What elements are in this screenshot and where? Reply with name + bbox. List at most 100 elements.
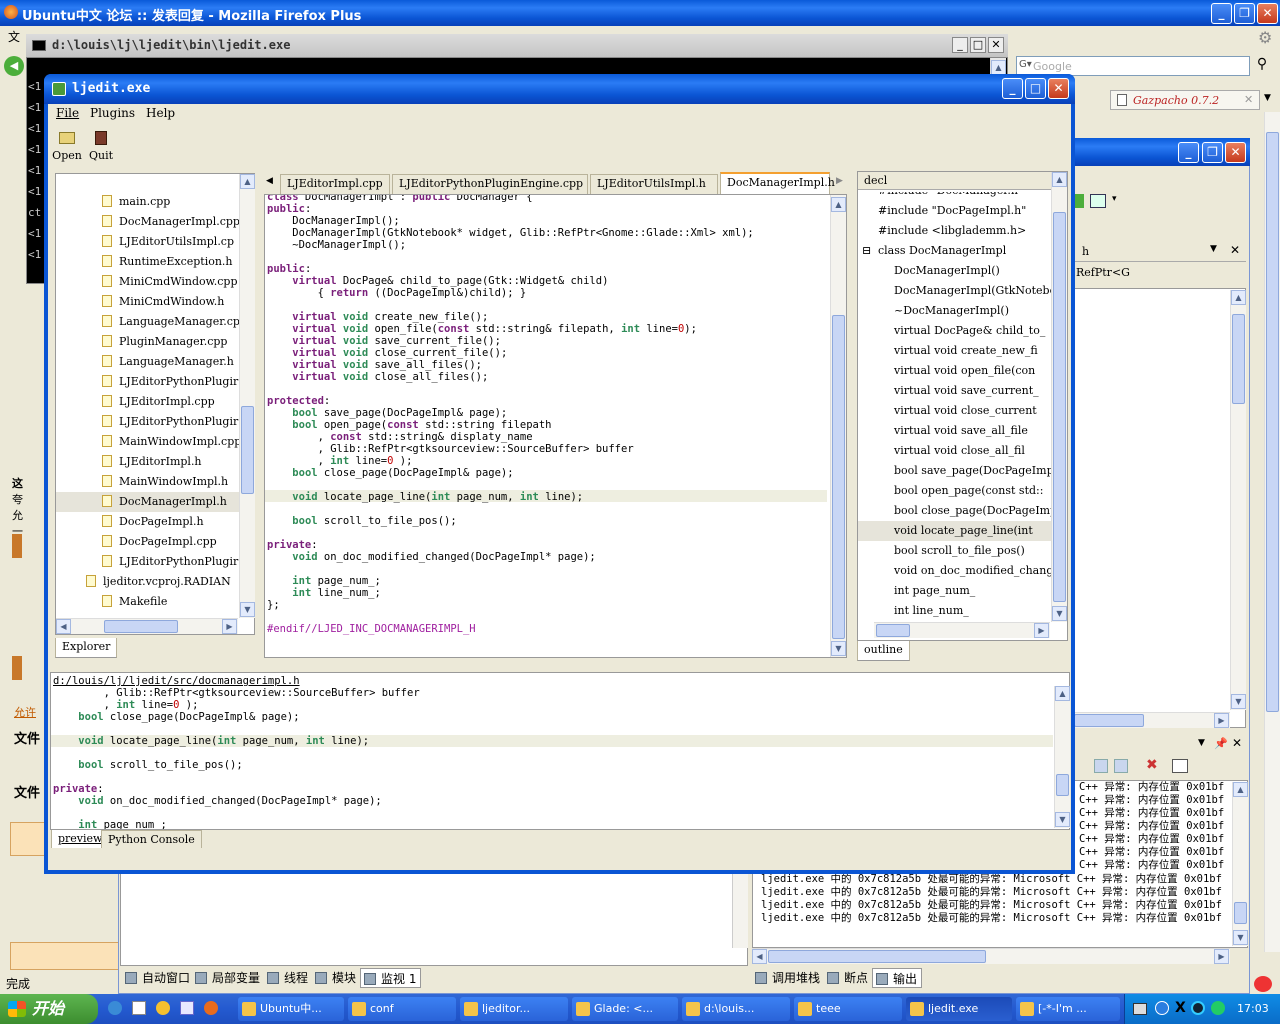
scroll-left-icon[interactable]: ◀ — [56, 619, 71, 634]
scroll-thumb[interactable] — [241, 406, 254, 494]
tabs-dropdown-icon[interactable]: ▼ — [1264, 93, 1271, 103]
outline-item[interactable]: int line_num_ — [858, 601, 1053, 621]
editor-tab[interactable]: DocManagerImpl.h — [720, 172, 835, 194]
scroll-down-icon[interactable]: ▼ — [1055, 812, 1070, 827]
collapse-icon[interactable]: ⊟ — [862, 241, 871, 261]
tray-volume-icon[interactable] — [1211, 1001, 1225, 1015]
scroll-down-icon[interactable]: ▼ — [831, 641, 846, 656]
task-button[interactable]: conf — [348, 997, 456, 1021]
outline-item[interactable]: virtual void close_current — [858, 401, 1053, 421]
outline-item[interactable]: bool close_page(DocPageImp — [858, 501, 1053, 521]
toolbar-window-icon[interactable] — [1090, 194, 1106, 208]
firefox-menu-fragment[interactable]: 文 — [8, 28, 20, 45]
outline-item[interactable]: DocManagerImpl() — [858, 261, 1053, 281]
explorer-vscroll[interactable]: ▲ ▼ — [239, 174, 255, 618]
tree-item[interactable]: MiniCmdWindow.h — [102, 292, 240, 312]
explorer-hscroll[interactable]: ◀ ▶ — [56, 618, 238, 634]
tree-item[interactable]: DocPageImpl.h — [102, 512, 240, 532]
tab-scroll-right-icon[interactable]: ▶ — [836, 176, 843, 186]
vs-restore-button[interactable]: ❐ — [1202, 142, 1223, 163]
close-icon[interactable]: ✕ — [1232, 736, 1242, 750]
scroll-right-icon[interactable]: ▶ — [1214, 713, 1229, 728]
vs-watch-panel[interactable] — [120, 872, 748, 966]
hscroll-thumb[interactable] — [768, 950, 986, 963]
ljedit-minimize-button[interactable]: _ — [1002, 78, 1023, 99]
task-button[interactable]: ljedit.exe — [906, 997, 1012, 1021]
editor-tab[interactable]: LJEditorImpl.cpp — [280, 174, 390, 194]
output-tab[interactable]: 断点 — [824, 968, 872, 988]
firefox-back-icon[interactable]: ◀ — [4, 56, 24, 76]
scroll-thumb[interactable] — [832, 315, 845, 639]
outline-vscroll[interactable]: ▲ ▼ — [1051, 172, 1067, 622]
firefox-scroll-thumb[interactable] — [1266, 132, 1279, 712]
task-button[interactable]: d:\louis... — [682, 997, 790, 1021]
firefox-search-input[interactable]: G▾ Google — [1016, 56, 1250, 76]
outline-item[interactable]: #include <libglademm.h> — [858, 221, 1053, 241]
console-maximize-button[interactable]: □ — [970, 37, 986, 53]
menu-help[interactable]: Help — [146, 106, 175, 120]
ljedit-maximize-button[interactable]: □ — [1025, 78, 1046, 99]
quit-button[interactable]: Quit — [86, 128, 116, 162]
notepad-icon[interactable] — [132, 1001, 146, 1015]
vs-member-combo[interactable]: RefPtr<G — [1076, 266, 1130, 279]
scroll-up-icon[interactable]: ▲ — [240, 174, 255, 189]
open-button[interactable]: Open — [52, 128, 82, 162]
scroll-right-icon[interactable]: ▶ — [222, 619, 237, 634]
output-scrollbar[interactable]: ▲ ▼ — [1232, 782, 1248, 946]
vs-editor-area[interactable] — [1074, 288, 1246, 728]
hscroll-thumb[interactable] — [1074, 714, 1144, 727]
outline-item[interactable]: virtual void open_file(con — [858, 361, 1053, 381]
scroll-thumb[interactable] — [1056, 774, 1069, 796]
task-button[interactable]: ljeditor... — [460, 997, 568, 1021]
debug-tab[interactable]: 模块 — [312, 968, 360, 988]
outline-header[interactable]: decl — [858, 172, 1053, 190]
editor-tab[interactable]: LJEditorUtilsImpl.h — [590, 174, 718, 194]
tree-item[interactable]: LJEditorPythonPlugir — [102, 412, 240, 432]
tree-item[interactable]: LJEditorUtilsImpl.cp — [102, 232, 240, 252]
scroll-up-icon[interactable]: ▲ — [831, 197, 846, 212]
scroll-down-icon[interactable]: ▼ — [240, 602, 255, 617]
firefox-launch-icon[interactable] — [204, 1001, 218, 1015]
tab-outline[interactable]: outline — [857, 641, 910, 661]
ljedit-close-button[interactable]: ✕ — [1048, 78, 1069, 99]
debug-tab[interactable]: 线程 — [264, 968, 312, 988]
vs-doc-tab[interactable]: h — [1082, 245, 1089, 258]
tree-item[interactable]: LJEditorPythonPlugir — [102, 552, 240, 572]
menu-plugins[interactable]: Plugins — [90, 106, 135, 120]
debug-tab[interactable]: 局部变量 — [192, 968, 264, 988]
firefox-tab-gazpacho[interactable]: Gazpacho 0.7.2 ✕ — [1110, 90, 1260, 110]
outline-item[interactable]: ~DocManagerImpl() — [858, 301, 1053, 321]
tree-item[interactable]: DocManagerImpl.h — [56, 492, 240, 512]
tray-smile-icon[interactable] — [1254, 976, 1272, 992]
toolbar-dropdown-icon[interactable]: ▾ — [1112, 194, 1117, 204]
task-button[interactable]: [-*-I'm ... — [1016, 997, 1120, 1021]
hscroll-thumb[interactable] — [876, 624, 910, 637]
tab-python-console[interactable]: Python Console — [101, 830, 202, 848]
outline-item[interactable]: void locate_page_line(int — [858, 521, 1053, 541]
tray-network-icon[interactable] — [1191, 1001, 1205, 1015]
editor-vscroll[interactable]: ▲ ▼ — [830, 195, 846, 657]
tree-item[interactable]: MiniCmdWindow.cpp — [102, 272, 240, 292]
output-tab[interactable]: 调用堆栈 — [752, 968, 824, 988]
firefox-minimize-button[interactable]: _ — [1211, 3, 1232, 24]
tray-back-icon[interactable] — [1155, 1001, 1169, 1015]
clear-all-icon[interactable]: ✖ — [1146, 757, 1158, 773]
menu-file[interactable]: File — [56, 106, 79, 120]
firefox-close-button[interactable]: ✕ — [1257, 3, 1278, 24]
tree-item[interactable]: PluginManager.cpp — [102, 332, 240, 352]
outline-item[interactable]: virtual void save_current_ — [858, 381, 1053, 401]
scroll-right-icon[interactable]: ▶ — [1214, 949, 1229, 964]
code-editor[interactable]: class DocManagerImpl : public DocManager… — [264, 194, 847, 658]
output-hscroll[interactable]: ◀ ▶ — [752, 948, 1230, 964]
tree-item[interactable]: MainWindowImpl.cpp — [102, 432, 240, 452]
tree-item[interactable]: main.cpp — [102, 192, 240, 212]
task-button[interactable]: Glade: <... — [572, 997, 678, 1021]
tree-item[interactable]: RuntimeException.h — [102, 252, 240, 272]
outline-item[interactable]: virtual void close_all_fil — [858, 441, 1053, 461]
tab-explorer[interactable]: Explorer — [55, 638, 118, 658]
debug-tab[interactable]: 自动窗口 — [122, 968, 194, 988]
outline-item[interactable]: void on_doc_modified_chang — [858, 561, 1053, 581]
outline-panel[interactable]: decl #include "DocManager.h"#include "Do… — [857, 171, 1068, 641]
search-engine-icon[interactable]: G▾ — [1019, 59, 1032, 70]
output-icon[interactable] — [1094, 759, 1108, 773]
